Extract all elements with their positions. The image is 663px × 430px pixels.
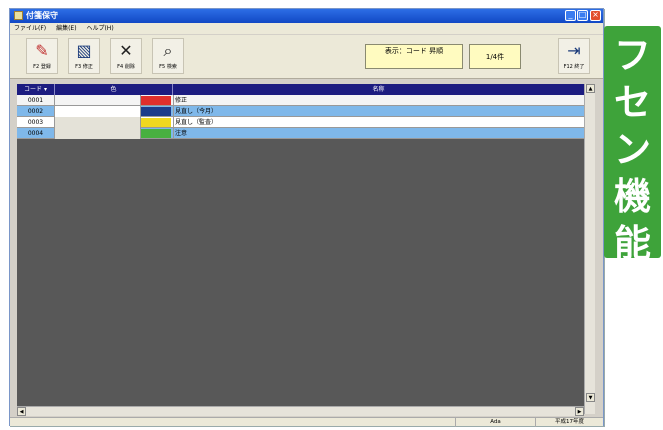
table-row[interactable]: 0004 注意 xyxy=(17,128,584,139)
scroll-right-icon[interactable]: ▶ xyxy=(575,407,584,416)
cell-color-blank xyxy=(55,128,141,139)
scroll-left-icon[interactable]: ◀ xyxy=(17,407,26,416)
exit-label: F12 終了 xyxy=(563,64,585,70)
display-order-panel: 表示：コード 昇順 xyxy=(365,44,463,69)
cell-name: 見直し（監査） xyxy=(173,117,584,128)
color-swatch xyxy=(141,107,171,116)
modify-icon: ▧ xyxy=(76,41,92,60)
toolbar: ✎ F2 登録 ▧ F3 修正 ✕ F4 削除 ⌕ F5 検索 表示：コード 昇… xyxy=(10,35,603,79)
cell-color-blank xyxy=(55,106,141,117)
exit-button[interactable]: ⇥ F12 終了 xyxy=(558,38,590,74)
cell-color-blank xyxy=(55,117,141,128)
color-swatch xyxy=(141,96,171,105)
scroll-down-icon[interactable]: ▼ xyxy=(586,393,595,402)
x-icon: ✕ xyxy=(119,41,133,60)
cell-name: 修正 xyxy=(173,95,584,106)
feature-banner: フ セ ン 機 能 xyxy=(604,26,661,265)
maximize-button[interactable]: □ xyxy=(577,10,588,21)
table-row[interactable]: 0003 見直し（監査） xyxy=(17,117,584,128)
empty-grid-area xyxy=(17,139,584,407)
title-bar[interactable]: 付箋保守 _ □ × xyxy=(10,9,603,23)
menu-edit[interactable]: 編集(E) xyxy=(56,25,76,32)
table-row[interactable]: 0001 修正 xyxy=(17,95,584,106)
binoculars-icon: ⌕ xyxy=(163,41,173,60)
vertical-scrollbar[interactable]: ▲ ▼ xyxy=(584,84,595,414)
modify-button[interactable]: ▧ F3 修正 xyxy=(68,38,100,74)
grid-header: コード ▾ 色 名称 xyxy=(17,84,584,95)
close-button[interactable]: × xyxy=(590,10,601,21)
cell-name: 見直し（今月） xyxy=(173,106,584,117)
app-icon xyxy=(14,11,23,20)
window-title: 付箋保守 xyxy=(26,11,58,20)
cell-code: 0004 xyxy=(17,128,55,139)
sort-down-icon: ▾ xyxy=(42,86,47,93)
cell-code: 0003 xyxy=(17,117,55,128)
header-code[interactable]: コード ▾ xyxy=(17,84,55,95)
app-window: 付箋保守 _ □ × ファイル(F) 編集(E) ヘルプ(H) ✎ F2 登録 … xyxy=(9,8,604,427)
maximize-icon: □ xyxy=(578,10,587,19)
register-button[interactable]: ✎ F2 登録 xyxy=(26,38,58,74)
banner-char: ン xyxy=(614,128,651,171)
table-row[interactable]: 0002 見直し（今月） xyxy=(17,106,584,117)
status-date: 平成17年度 xyxy=(535,418,603,427)
pencil-icon: ✎ xyxy=(35,41,49,60)
horizontal-scrollbar[interactable]: ◀ ▶ xyxy=(17,406,584,416)
banner-char: フ xyxy=(614,34,651,77)
header-color[interactable]: 色 xyxy=(55,84,173,95)
header-name[interactable]: 名称 xyxy=(173,84,584,95)
search-label: F5 検索 xyxy=(159,64,177,70)
screenshot: 付箋保守 _ □ × ファイル(F) 編集(E) ヘルプ(H) ✎ F2 登録 … xyxy=(0,0,663,430)
register-label: F2 登録 xyxy=(33,64,51,70)
status-user: Ada xyxy=(455,418,535,427)
banner-char: 機 xyxy=(614,175,651,218)
menu-bar: ファイル(F) 編集(E) ヘルプ(H) xyxy=(10,23,603,34)
search-button[interactable]: ⌕ F5 検索 xyxy=(152,38,184,74)
color-swatch xyxy=(141,118,171,127)
delete-label: F4 削除 xyxy=(117,64,135,70)
minimize-button[interactable]: _ xyxy=(565,10,576,21)
minimize-icon: _ xyxy=(568,10,573,19)
cell-color-blank xyxy=(55,95,141,106)
status-bar: Ada 平成17年度 xyxy=(10,417,603,427)
scroll-up-icon[interactable]: ▲ xyxy=(586,84,595,93)
exit-door-icon: ⇥ xyxy=(567,41,581,60)
cell-name: 注意 xyxy=(173,128,584,139)
cell-code: 0002 xyxy=(17,106,55,117)
banner-char: 能 xyxy=(614,222,651,265)
grid-body: 0001 修正 0002 見直し（今月） 0003 見直し（監査） 0004 注… xyxy=(17,95,584,139)
record-count-panel: 1/4件 xyxy=(469,44,521,69)
menu-file[interactable]: ファイル(F) xyxy=(14,25,46,32)
close-icon: × xyxy=(592,10,599,19)
cell-code: 0001 xyxy=(17,95,55,106)
delete-button[interactable]: ✕ F4 削除 xyxy=(110,38,142,74)
banner-char: セ xyxy=(614,81,651,124)
color-swatch xyxy=(141,129,171,138)
menu-help[interactable]: ヘルプ(H) xyxy=(86,25,113,32)
banner-text: フ セ ン 機 能 xyxy=(604,32,661,267)
modify-label: F3 修正 xyxy=(75,64,93,70)
